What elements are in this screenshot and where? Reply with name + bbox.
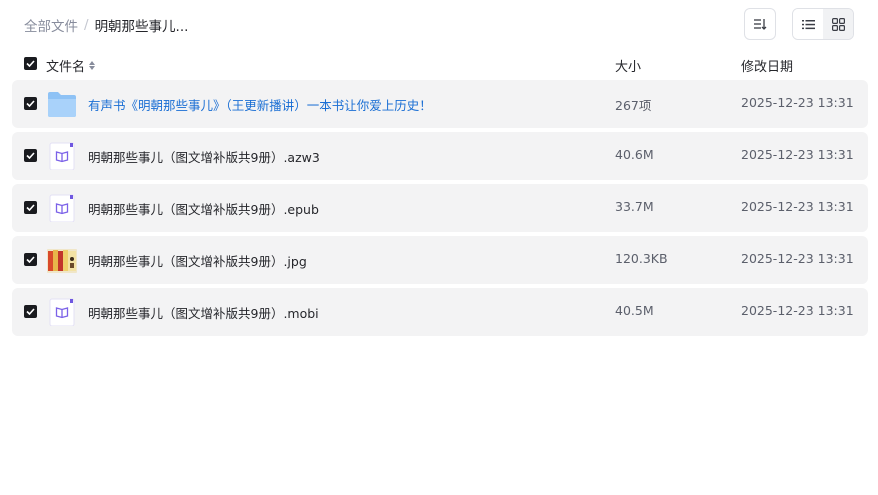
file-date: 2025-12-23 13:31	[741, 147, 854, 162]
file-list-header: 文件名 大小 修改日期	[12, 48, 868, 80]
checkmark-icon	[26, 152, 35, 159]
row-checkbox[interactable]	[24, 97, 37, 110]
checkmark-icon	[26, 256, 35, 263]
breadcrumb-separator: /	[84, 17, 89, 33]
file-size: 267项	[615, 98, 652, 113]
row-checkbox[interactable]	[24, 149, 37, 162]
select-all-checkbox[interactable]	[24, 57, 37, 70]
file-name[interactable]: 有声书《明朝那些事儿》（王更新播讲）一本书让你爱上历史！	[88, 95, 432, 114]
checkmark-icon	[26, 204, 35, 211]
grid-view-icon	[831, 17, 845, 31]
sort-list-icon	[754, 19, 767, 30]
top-bar: 全部文件 / 明朝那些事儿...	[0, 0, 878, 48]
file-date: 2025-12-23 13:31	[741, 95, 854, 110]
grid-view-button[interactable]	[823, 9, 853, 39]
ebook-icon	[46, 142, 78, 171]
image-thumbnail-icon	[46, 246, 78, 274]
file-date: 2025-12-23 13:31	[741, 199, 854, 214]
list-view-icon	[801, 19, 815, 29]
file-name[interactable]: 明朝那些事儿（图文增补版共9册）.epub	[88, 199, 319, 218]
breadcrumb-current: 明朝那些事儿...	[94, 19, 189, 35]
file-name[interactable]: 明朝那些事儿（图文增补版共9册）.jpg	[88, 251, 307, 270]
file-list: 有声书《明朝那些事儿》（王更新播讲）一本书让你爱上历史！ 267项 2025-12-…	[12, 80, 868, 340]
file-row[interactable]: 明朝那些事儿（图文增补版共9册）.mobi 40.5M 2025-12-23 13:…	[12, 288, 868, 336]
checkmark-icon	[26, 60, 35, 67]
file-size: 40.6M	[615, 147, 654, 162]
column-header-name[interactable]: 文件名	[46, 56, 96, 75]
sort-arrows-icon	[89, 61, 96, 70]
file-size: 120.3KB	[615, 251, 668, 266]
row-checkbox[interactable]	[24, 201, 37, 214]
file-name[interactable]: 明朝那些事儿（图文增补版共9册）.azw3	[88, 147, 320, 166]
checkmark-icon	[26, 308, 35, 315]
breadcrumb-root-link[interactable]: 全部文件	[24, 15, 78, 35]
column-header-name-label: 文件名	[46, 60, 86, 75]
file-name[interactable]: 明朝那些事儿（图文增补版共9册）.mobi	[88, 303, 319, 322]
file-date: 2025-12-23 13:31	[741, 303, 854, 318]
file-row[interactable]: 明朝那些事儿（图文增补版共9册）.azw3 40.6M 2025-12-23 13:…	[12, 132, 868, 180]
column-header-date: 修改日期	[741, 60, 794, 75]
folder-icon	[46, 90, 78, 118]
list-view-button[interactable]	[793, 9, 823, 39]
file-row[interactable]: 明朝那些事儿（图文增补版共9册）.jpg 120.3KB 2025-12-23 13…	[12, 236, 868, 284]
breadcrumb: 全部文件 / 明朝那些事儿...	[24, 15, 188, 35]
file-size: 33.7M	[615, 199, 654, 214]
file-date: 2025-12-23 13:31	[741, 251, 854, 266]
file-row[interactable]: 明朝那些事儿（图文增补版共9册）.epub 33.7M 2025-12-23 13:…	[12, 184, 868, 232]
sort-button[interactable]	[744, 8, 776, 40]
row-checkbox[interactable]	[24, 305, 37, 318]
ebook-icon	[46, 298, 78, 327]
checkmark-icon	[26, 100, 35, 107]
view-toggle	[792, 8, 854, 40]
column-header-size: 大小	[615, 60, 642, 75]
file-size: 40.5M	[615, 303, 654, 318]
row-checkbox[interactable]	[24, 253, 37, 266]
ebook-icon	[46, 194, 78, 223]
folder-row[interactable]: 有声书《明朝那些事儿》（王更新播讲）一本书让你爱上历史！ 267项 2025-12-…	[12, 80, 868, 128]
